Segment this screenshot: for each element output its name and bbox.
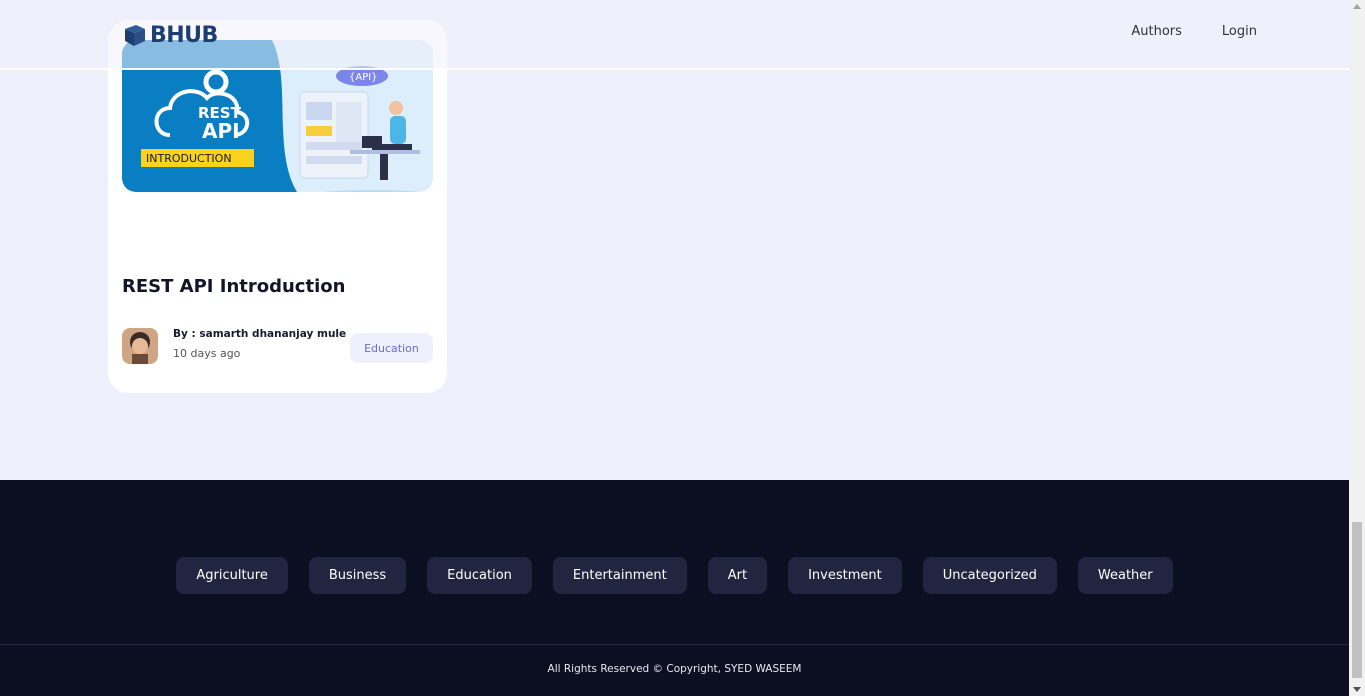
category-link-education[interactable]: Education bbox=[427, 557, 532, 594]
author-avatar bbox=[122, 328, 158, 364]
post-title[interactable]: REST API Introduction bbox=[122, 276, 345, 297]
footer-categories: Agriculture Business Education Entertain… bbox=[0, 557, 1349, 594]
main-nav: Authors Login bbox=[1131, 24, 1257, 39]
vertical-scrollbar[interactable] bbox=[1349, 0, 1365, 696]
scrollbar-thumb[interactable] bbox=[1352, 522, 1362, 678]
page: REST API INTRODUCTION {API} REST API Int… bbox=[0, 0, 1349, 696]
category-link-uncategorized[interactable]: Uncategorized bbox=[922, 557, 1057, 594]
category-link-art[interactable]: Art bbox=[707, 557, 768, 594]
copyright-text: All Rights Reserved © Copyright, SYED WA… bbox=[547, 663, 802, 675]
category-link-agriculture[interactable]: Agriculture bbox=[176, 557, 288, 594]
post-date: 10 days ago bbox=[173, 347, 241, 360]
svg-text:INTRODUCTION: INTRODUCTION bbox=[146, 152, 232, 165]
category-link-weather[interactable]: Weather bbox=[1077, 557, 1173, 594]
scroll-down-arrow-icon[interactable] bbox=[1353, 687, 1361, 692]
logo-text: BHUB bbox=[150, 22, 218, 48]
cube-logo-icon bbox=[125, 25, 145, 46]
svg-text:{API}: {API} bbox=[349, 72, 378, 83]
category-link-entertainment[interactable]: Entertainment bbox=[552, 557, 687, 594]
site-header: BHUB Authors Login bbox=[0, 0, 1349, 70]
post-author: By : samarth dhananjay mule bbox=[173, 328, 347, 340]
category-tag[interactable]: Education bbox=[350, 333, 433, 363]
category-link-investment[interactable]: Investment bbox=[788, 557, 902, 594]
site-footer: Agriculture Business Education Entertain… bbox=[0, 480, 1349, 696]
category-link-business[interactable]: Business bbox=[308, 557, 407, 594]
footer-divider bbox=[0, 644, 1349, 645]
nav-authors[interactable]: Authors bbox=[1131, 24, 1182, 39]
nav-login[interactable]: Login bbox=[1222, 24, 1257, 39]
post-card[interactable]: REST API INTRODUCTION {API} REST API Int… bbox=[108, 20, 447, 393]
scroll-up-arrow-icon[interactable] bbox=[1353, 4, 1361, 9]
site-logo[interactable]: BHUB bbox=[122, 22, 218, 48]
svg-text:API: API bbox=[202, 119, 240, 143]
